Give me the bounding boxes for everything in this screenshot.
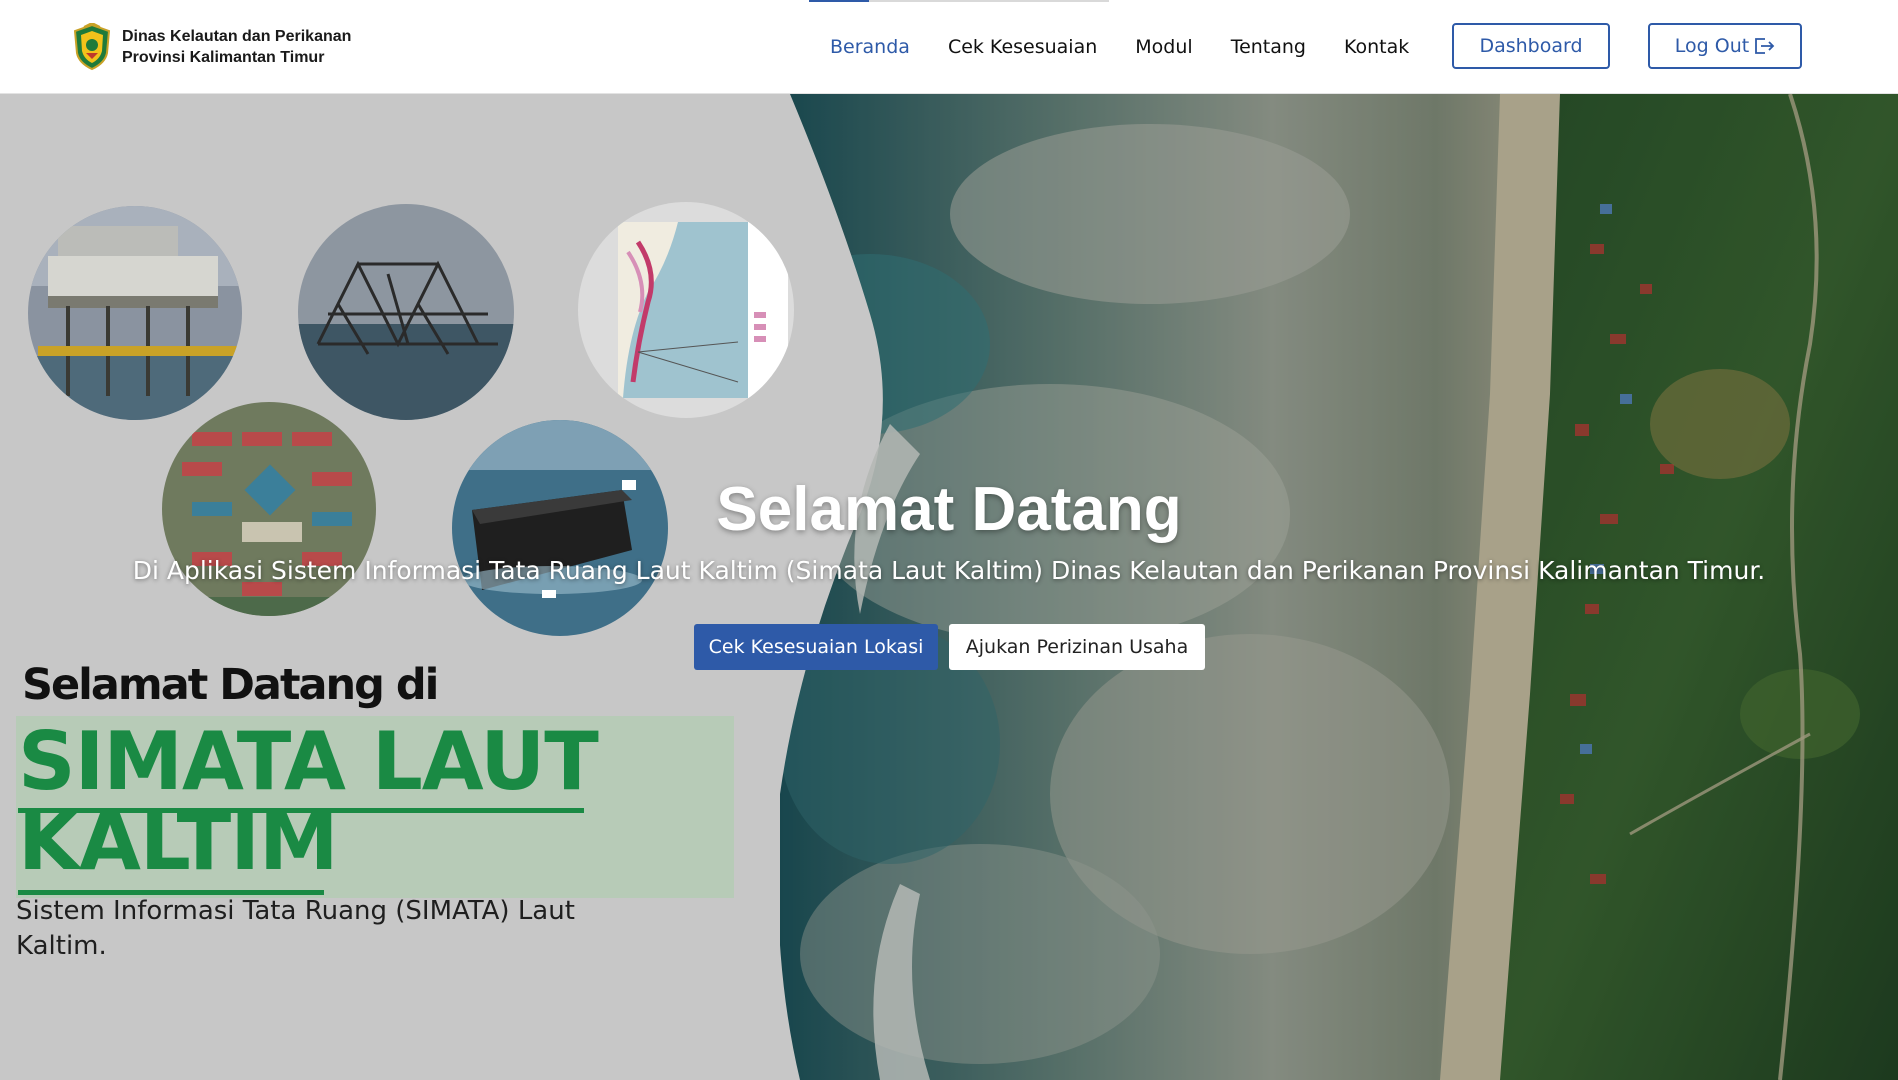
promo-title-line-2: KALTIM: [18, 795, 339, 888]
main-nav: Beranda Cek Kesesuaian Modul Tentang Kon…: [830, 22, 1447, 72]
nav-modul[interactable]: Modul: [1135, 36, 1192, 58]
logout-icon: [1755, 38, 1775, 54]
apply-permit-button-label: Ajukan Perizinan Usaha: [965, 636, 1189, 658]
promo-underline-1: [18, 808, 584, 813]
provincial-emblem-icon: [73, 23, 111, 71]
brand-line-1: Dinas Kelautan dan Perikanan: [122, 28, 352, 45]
photo-offshore-terminal: [28, 206, 242, 420]
photo-fishing-platform: [298, 204, 514, 420]
logout-button-label: Log Out: [1674, 35, 1750, 57]
dashboard-button-label: Dashboard: [1479, 35, 1583, 57]
promo-heading: Selamat Datang di: [22, 660, 439, 710]
apply-permit-button[interactable]: Ajukan Perizinan Usaha: [949, 624, 1205, 670]
promo-title: SIMATA LAUT KALTIM: [18, 715, 599, 888]
brand-line-2: Provinsi Kalimantan Timur: [122, 49, 325, 66]
hero-section: Selamat Datang di SIMATA LAUT KALTIM Sis…: [0, 94, 1898, 1080]
brand[interactable]: Dinas Kelautan dan Perikanan Provinsi Ka…: [72, 22, 351, 72]
nav-tentang[interactable]: Tentang: [1231, 36, 1306, 58]
nav-kontak[interactable]: Kontak: [1344, 36, 1409, 58]
hero-subtitle: Di Aplikasi Sistem Informasi Tata Ruang …: [132, 556, 1766, 585]
check-location-button-label: Cek Kesesuaian Lokasi: [708, 636, 924, 658]
promo-title-line-1: SIMATA LAUT: [18, 715, 599, 808]
dashboard-button[interactable]: Dashboard: [1452, 23, 1610, 69]
logout-button[interactable]: Log Out: [1648, 23, 1802, 69]
promo-description: Sistem Informasi Tata Ruang (SIMATA) Lau…: [16, 896, 575, 961]
check-location-button[interactable]: Cek Kesesuaian Lokasi: [694, 624, 938, 670]
nav-cek-kesesuaian[interactable]: Cek Kesesuaian: [948, 36, 1097, 58]
hero-title: Selamat Datang: [716, 475, 1182, 544]
photo-spatial-map: [578, 202, 794, 418]
nav-beranda[interactable]: Beranda: [830, 36, 910, 58]
top-navbar: Dinas Kelautan dan Perikanan Provinsi Ka…: [0, 0, 1898, 94]
nav-active-indicator: [809, 0, 1109, 2]
